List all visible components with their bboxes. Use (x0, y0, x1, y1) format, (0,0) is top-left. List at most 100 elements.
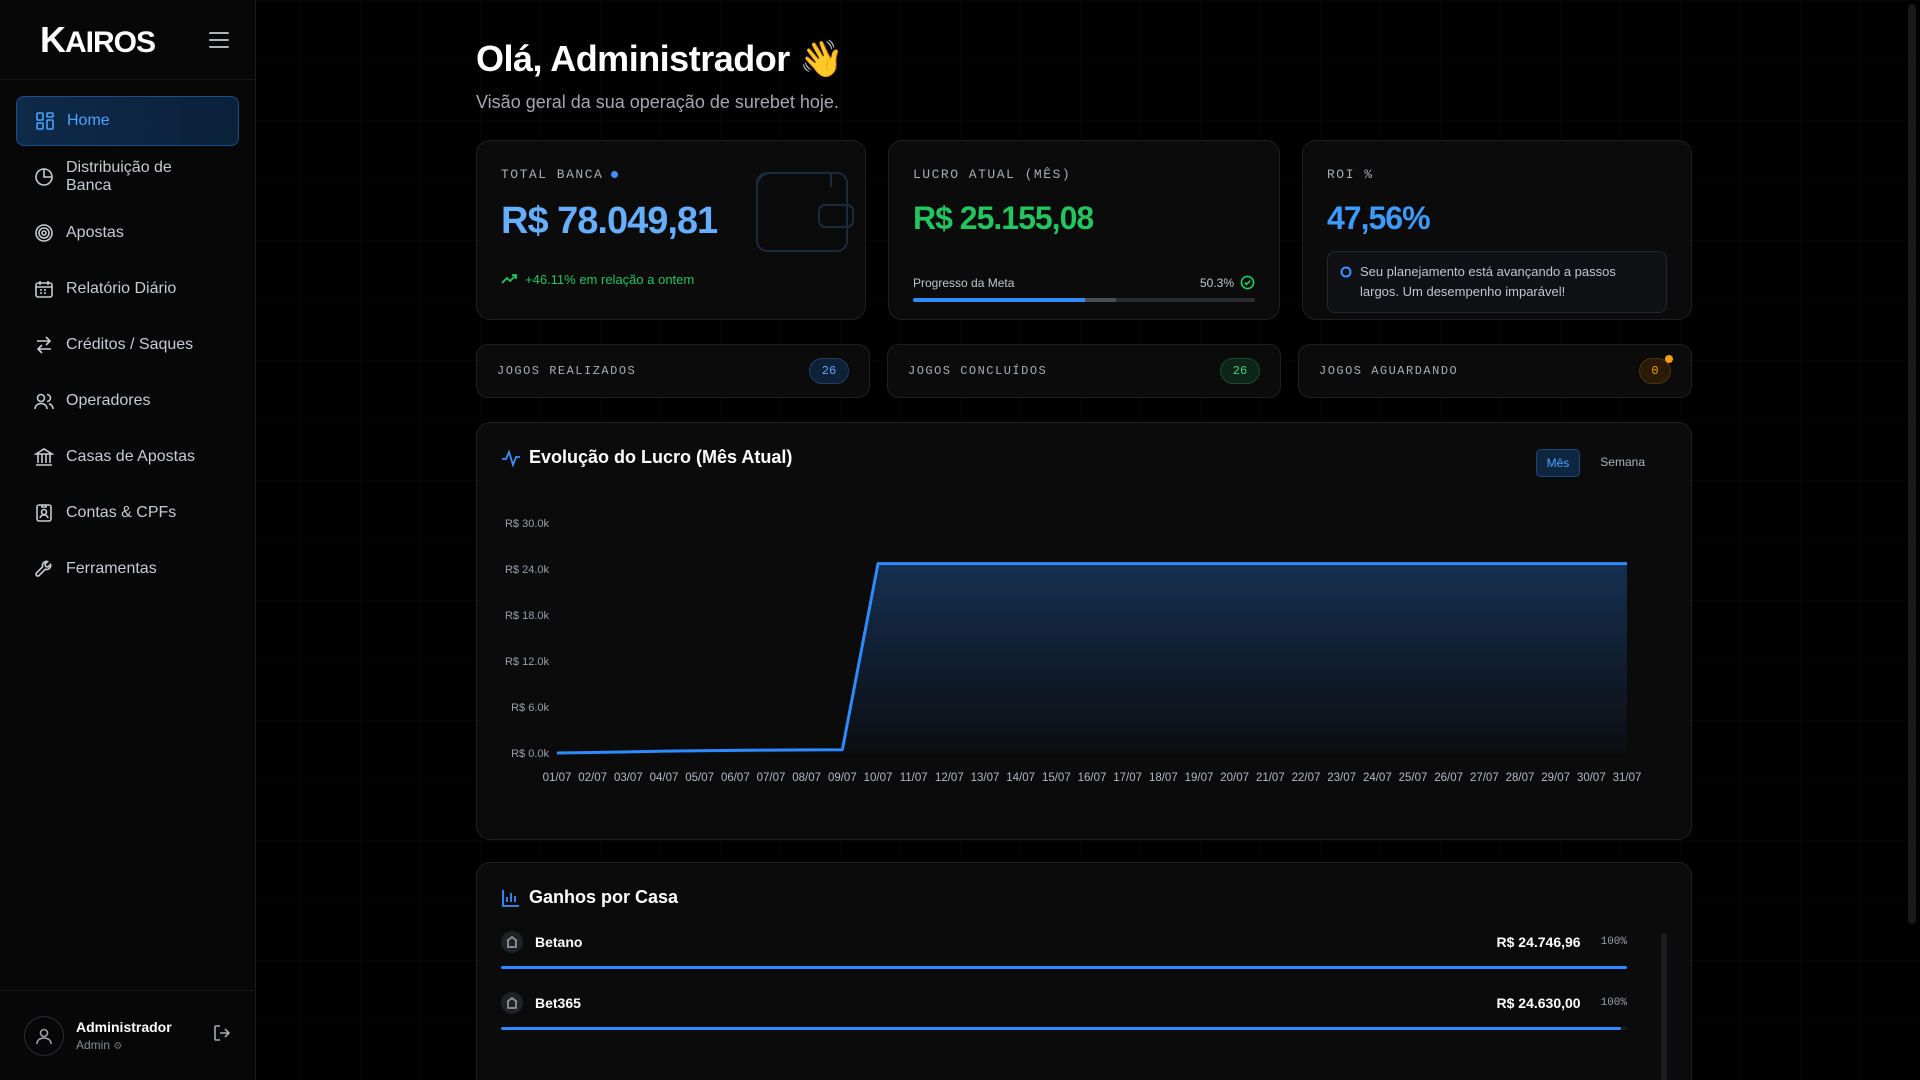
page-scrollbar[interactable] (1908, 4, 1916, 924)
x-tick-label: 22/07 (1292, 772, 1321, 784)
data-point[interactable] (908, 558, 920, 570)
data-point[interactable] (1514, 558, 1526, 570)
x-tick-label: 31/07 (1613, 772, 1642, 784)
sidebar-item-operadores[interactable]: Operadores (16, 376, 239, 426)
house-row-betano[interactable]: Betano R$ 24.746,96 100% (501, 930, 1627, 969)
wrench-icon (34, 559, 54, 579)
house-list-scrollbar[interactable] (1661, 933, 1667, 1080)
jogos-concluidos-count: 26 (1220, 358, 1260, 384)
ganhos-por-casa-card: Ganhos por Casa Betano R$ 24.746,96 100% … (476, 862, 1692, 1080)
house-list: Betano R$ 24.746,96 100% Bet365 R$ 24.630… (501, 930, 1627, 1030)
progress-label: Progresso da Meta (913, 275, 1015, 290)
wallet-icon (749, 153, 859, 263)
x-tick-label: 04/07 (650, 772, 679, 784)
chart-title: Evolução do Lucro (Mês Atual) (501, 447, 1667, 468)
y-tick-label: R$ 30.0k (505, 518, 550, 530)
x-tick-label: 28/07 (1506, 772, 1535, 784)
data-point[interactable] (872, 558, 884, 570)
logout-button[interactable] (212, 1023, 232, 1048)
sidebar-item-label: Casas de Apostas (66, 448, 195, 465)
data-point[interactable] (658, 745, 670, 757)
data-point[interactable] (1621, 558, 1633, 570)
data-point[interactable] (979, 558, 991, 570)
lucro-label: LUCRO ATUAL (MÊS) (913, 167, 1072, 182)
trend-indicator: +46.11% em relação a ontem (501, 271, 841, 287)
data-point[interactable] (729, 744, 741, 756)
data-point[interactable] (1407, 558, 1419, 570)
sidebar-item-relatorio[interactable]: Relatório Diário (16, 264, 239, 314)
data-point[interactable] (1264, 558, 1276, 570)
sidebar-item-contas[interactable]: Contas & CPFs (16, 488, 239, 538)
sidebar-item-casas[interactable]: Casas de Apostas (16, 432, 239, 482)
user-panel: Administrador Admin ⚙ (0, 990, 256, 1080)
avatar[interactable] (24, 1015, 64, 1056)
sidebar-item-label: Distribuição de Banca (66, 159, 172, 194)
lucro-card: LUCRO ATUAL (MÊS) R$ 25.155,08 Progresso… (888, 140, 1280, 320)
bank-icon (34, 447, 54, 467)
menu-toggle-icon[interactable] (209, 31, 229, 48)
x-tick-label: 29/07 (1541, 772, 1570, 784)
house-icon (501, 931, 523, 953)
sidebar-item-distribuicao[interactable]: Distribuição de Banca (16, 152, 239, 202)
kairos-logo[interactable]: KAIROS (40, 19, 156, 61)
grid-icon (35, 111, 55, 131)
toggle-mes[interactable]: Mês (1535, 449, 1581, 477)
data-point[interactable] (1015, 558, 1027, 570)
data-point[interactable] (694, 745, 706, 757)
house-value: R$ 24.746,96 (1496, 934, 1581, 950)
goal-progress-fill (913, 298, 1086, 302)
y-tick-label: R$ 24.0k (505, 564, 550, 576)
data-point[interactable] (1193, 558, 1205, 570)
pie-chart-icon (34, 167, 54, 187)
roi-card: ROI % 47,56% Seu planejamento está avanç… (1302, 140, 1692, 320)
lucro-value: R$ 25.155,08 (913, 200, 1094, 236)
data-point[interactable] (1336, 558, 1348, 570)
x-tick-label: 01/07 (543, 772, 572, 784)
house-row-bet365[interactable]: Bet365 R$ 24.630,00 100% (501, 991, 1627, 1030)
sidebar-item-label: Contas & CPFs (66, 504, 177, 521)
data-point[interactable] (836, 744, 848, 756)
sidebar-item-home[interactable]: Home (16, 96, 239, 146)
calendar-icon (34, 279, 54, 299)
data-point[interactable] (1585, 558, 1597, 570)
profit-chart-card: Evolução do Lucro (Mês Atual) Mês Semana… (476, 422, 1692, 840)
data-point[interactable] (1157, 558, 1169, 570)
info-icon (1340, 266, 1352, 278)
sidebar-item-creditos[interactable]: Créditos / Saques (16, 320, 239, 370)
data-point[interactable] (1443, 558, 1455, 570)
x-tick-label: 18/07 (1149, 772, 1178, 784)
data-point[interactable] (1122, 558, 1134, 570)
data-point[interactable] (1371, 558, 1383, 570)
data-point[interactable] (801, 744, 813, 756)
sidebar-item-ferramentas[interactable]: Ferramentas (16, 544, 239, 594)
period-toggle: Mês Semana (1535, 449, 1655, 477)
x-tick-label: 30/07 (1577, 772, 1606, 784)
data-point[interactable] (943, 558, 955, 570)
data-point[interactable] (1229, 558, 1241, 570)
data-point[interactable] (1300, 558, 1312, 570)
data-point[interactable] (622, 746, 634, 758)
data-point[interactable] (765, 744, 777, 756)
roi-value: 47,56% (1327, 200, 1431, 236)
data-point[interactable] (587, 747, 599, 759)
jogos-concluidos-label: JOGOS CONCLUÍDOS (908, 364, 1048, 378)
data-point[interactable] (551, 747, 563, 759)
bar-chart-icon (502, 889, 519, 907)
data-point[interactable] (1550, 558, 1562, 570)
sidebar-item-apostas[interactable]: Apostas (16, 208, 239, 258)
sidebar-item-label: Relatório Diário (66, 280, 177, 297)
house-name: Betano (535, 934, 583, 950)
data-point[interactable] (1478, 558, 1490, 570)
user-icon (36, 1028, 52, 1044)
x-tick-label: 06/07 (721, 772, 750, 784)
x-tick-label: 24/07 (1363, 772, 1392, 784)
data-point[interactable] (1050, 558, 1062, 570)
house-pct: 100% (1600, 936, 1627, 948)
gear-icon: ⚙ (113, 1041, 123, 1052)
jogos-aguardando-label: JOGOS AGUARDANDO (1319, 364, 1459, 378)
x-tick-label: 15/07 (1042, 772, 1071, 784)
house-bar (501, 1027, 1627, 1030)
data-point[interactable] (1086, 558, 1098, 570)
toggle-semana[interactable]: Semana (1590, 449, 1655, 477)
x-tick-label: 05/07 (685, 772, 714, 784)
